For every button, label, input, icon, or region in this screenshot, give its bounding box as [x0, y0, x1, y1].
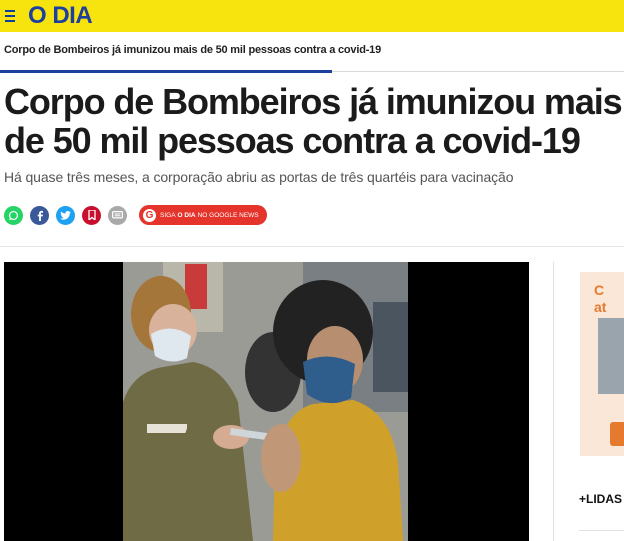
- google-news-follow-button[interactable]: G SIGA O DIA NO GOOGLE NEWS: [139, 205, 267, 225]
- sidebar-divider: [553, 262, 554, 541]
- reading-progress-track: [332, 71, 624, 72]
- article-photo: [123, 262, 408, 541]
- reading-progress-bar: [0, 70, 332, 73]
- content-divider: [0, 246, 624, 247]
- site-logo[interactable]: O DIA: [28, 4, 93, 28]
- google-news-brand: O DIA: [177, 211, 196, 219]
- facebook-icon[interactable]: [30, 205, 49, 225]
- whatsapp-icon[interactable]: [4, 205, 23, 225]
- article-headline: Corpo de Bombeiros já imunizou mais de 5…: [4, 81, 623, 161]
- google-news-suffix: NO GOOGLE NEWS: [197, 211, 259, 219]
- comment-icon[interactable]: [108, 205, 127, 225]
- share-bar: G SIGA O DIA NO GOOGLE NEWS: [4, 204, 267, 226]
- article-media[interactable]: [4, 262, 529, 541]
- google-icon: G: [143, 208, 156, 222]
- site-header: O DIA: [0, 0, 624, 32]
- most-read-divider: [579, 530, 624, 531]
- ad-cta-button[interactable]: [610, 422, 624, 446]
- sidebar-ad[interactable]: C at: [580, 272, 624, 456]
- google-news-prefix: SIGA: [160, 211, 176, 219]
- bookmark-icon[interactable]: [82, 205, 101, 225]
- twitter-icon[interactable]: [56, 205, 75, 225]
- most-read-heading: +LIDAS: [579, 492, 623, 506]
- article-subtitle: Há quase três meses, a corporação abriu …: [4, 169, 514, 185]
- sticky-title-bar: Corpo de Bombeiros já imunizou mais de 5…: [0, 32, 624, 72]
- ad-text: C at: [594, 282, 607, 315]
- ad-image: [598, 318, 624, 394]
- sticky-article-title: Corpo de Bombeiros já imunizou mais de 5…: [4, 44, 382, 56]
- hamburger-icon[interactable]: [5, 10, 21, 22]
